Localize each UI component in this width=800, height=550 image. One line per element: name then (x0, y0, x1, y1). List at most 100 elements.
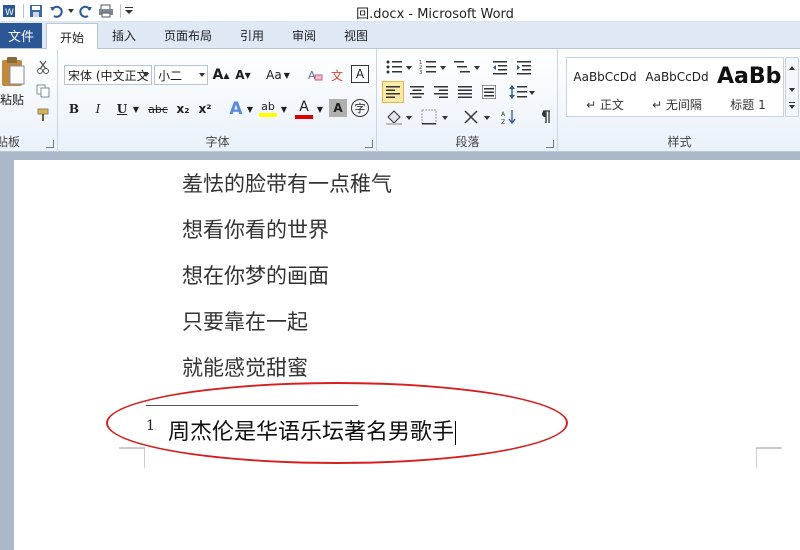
clear-formatting-icon[interactable]: A (305, 65, 325, 85)
lyric-line: 只要靠在一起 (182, 310, 308, 334)
styles-gallery-scroll[interactable] (785, 57, 799, 117)
align-left-icon[interactable] (382, 81, 404, 103)
highlight-dropdown-icon[interactable]: ▼ (279, 99, 289, 119)
enclose-char-button[interactable]: 字 (351, 99, 369, 117)
style-sample: AaBb (717, 64, 782, 89)
enclose-char-label: 字 (354, 102, 366, 115)
lyric-line: 想看你看的世界 (182, 218, 329, 242)
shrink-font-button[interactable]: A ▼ (233, 65, 253, 85)
phonetic-guide-button[interactable]: 文 (327, 65, 347, 85)
document-area: 羞怯的脸带有一点稚气 想看你看的世界 想在你梦的画面 只要靠在一起 就能感觉甜蜜… (0, 152, 800, 550)
clipboard-group: 粘贴 剪贴板 (0, 49, 58, 152)
font-color-swatch (295, 114, 313, 119)
chevron-down-icon (199, 73, 205, 77)
font-color-dropdown-icon[interactable]: ▼ (315, 99, 325, 119)
font-name-value: 宋体 (中文正文 (68, 68, 149, 83)
font-group-label: 字体 (205, 135, 230, 149)
style-normal[interactable]: AaBbCcDd ↵ 正文 (569, 60, 641, 116)
shrink-font-label: A (235, 68, 245, 82)
superscript-button[interactable]: x² (195, 99, 215, 119)
format-painter-icon[interactable] (32, 105, 54, 125)
sort-icon[interactable]: AZ (498, 107, 520, 127)
tab-references[interactable]: 引用 (230, 23, 274, 48)
phonetic-guide-label: 文 (330, 68, 343, 83)
align-center-icon[interactable] (406, 81, 428, 103)
grow-font-button[interactable]: A ▲ (211, 65, 231, 85)
window-title: 回.docx - Microsoft Word (356, 7, 514, 22)
highlight-button[interactable]: ab (257, 97, 279, 121)
font-group: 宋体 (中文正文 小二 A ▲ A ▼ Aa ▼ A 文 A B I U ▼ abc … (59, 49, 377, 152)
subscript-button[interactable]: x₂ (173, 99, 193, 119)
line-spacing-icon[interactable] (508, 81, 536, 103)
italic-button[interactable]: I (89, 99, 107, 119)
tab-home[interactable]: 开始 (46, 23, 98, 50)
underline-dropdown-icon[interactable]: ▼ (131, 99, 141, 119)
text-effects-button[interactable]: A (225, 99, 247, 119)
tab-view[interactable]: 视图 (334, 23, 378, 48)
char-shading-button[interactable]: A (329, 99, 347, 117)
font-color-label: A (299, 98, 309, 115)
justify-icon[interactable] (454, 81, 476, 103)
style-no-spacing[interactable]: AaBbCcDd ↵ 无间隔 (641, 60, 713, 116)
document-page[interactable]: 羞怯的脸带有一点稚气 想看你看的世界 想在你梦的画面 只要靠在一起 就能感觉甜蜜… (14, 160, 800, 550)
multilevel-list-icon[interactable] (452, 57, 482, 77)
clipboard-launcher-icon[interactable] (46, 140, 54, 148)
svg-text:A: A (501, 111, 506, 118)
change-case-label: Aa (266, 68, 282, 82)
decrease-indent-icon[interactable] (490, 57, 510, 77)
tab-file[interactable]: 文件 (0, 23, 42, 48)
font-launcher-icon[interactable] (365, 140, 373, 148)
paragraph-group-label: 段落 (455, 135, 480, 149)
tab-insert[interactable]: 插入 (104, 23, 144, 48)
style-sample: AaBbCcDd (573, 70, 637, 84)
paste-button[interactable]: 粘贴 (0, 91, 24, 107)
font-name-combo[interactable]: 宋体 (中文正文 (64, 65, 152, 85)
style-name: 标题 1 (730, 98, 766, 112)
title-bar: W 回.docx - Microsoft Word (0, 0, 800, 22)
margin-corner-mark (119, 447, 145, 468)
bullets-icon[interactable] (384, 57, 414, 77)
text-effects-dropdown-icon[interactable]: ▼ (245, 99, 255, 119)
style-heading-1[interactable]: AaBb 标题 1 (713, 60, 783, 116)
char-shading-label: A (333, 101, 343, 115)
distributed-icon[interactable] (478, 81, 500, 103)
underline-button[interactable]: U (113, 99, 131, 119)
align-right-icon[interactable] (430, 81, 452, 103)
asian-layout-icon[interactable] (462, 107, 492, 127)
copy-icon[interactable] (32, 81, 54, 101)
styles-group-label: 样式 (667, 135, 692, 149)
paste-icon[interactable] (0, 55, 26, 89)
font-size-combo[interactable]: 小二 (154, 65, 208, 85)
chevron-down-icon (143, 73, 149, 77)
bold-button[interactable]: B (65, 99, 83, 119)
increase-indent-icon[interactable] (514, 57, 534, 77)
tab-review[interactable]: 审阅 (282, 23, 326, 48)
numbering-icon[interactable]: 123 (418, 57, 448, 77)
paragraph-launcher-icon[interactable] (546, 140, 554, 148)
red-annotation-ellipse (106, 382, 568, 464)
change-case-button[interactable]: Aa ▼ (263, 65, 293, 85)
grow-font-label: A (212, 67, 224, 83)
strikethrough-button[interactable]: abc (145, 99, 171, 119)
highlight-color-swatch (259, 113, 277, 117)
tab-page-layout[interactable]: 页面布局 (154, 23, 222, 48)
highlight-label: ab (261, 100, 275, 113)
lyric-line: 羞怯的脸带有一点稚气 (182, 172, 392, 196)
ribbon-tabs: 文件 开始 插入 页面布局 引用 审阅 视图 (0, 22, 800, 50)
lyric-line: 就能感觉甜蜜 (182, 356, 308, 380)
font-color-button[interactable]: A (293, 97, 315, 121)
borders-icon[interactable] (420, 107, 450, 127)
text-effects-label: A (229, 99, 243, 119)
styles-gallery: AaBbCcDd ↵ 正文 AaBbCcDd ↵ 无间隔 AaBb 标题 1 (566, 57, 784, 117)
style-sample: AaBbCcDd (645, 70, 709, 84)
char-border-label: A (355, 67, 365, 81)
style-name: ↵ 正文 (586, 98, 624, 112)
cut-icon[interactable] (32, 57, 54, 77)
style-name: ↵ 无间隔 (652, 98, 702, 112)
char-border-button[interactable]: A (351, 65, 369, 83)
svg-text:3: 3 (419, 70, 422, 75)
shading-icon[interactable] (384, 107, 414, 127)
lyric-line: 想在你梦的画面 (182, 264, 329, 288)
show-marks-icon[interactable] (534, 107, 554, 127)
font-size-value: 小二 (158, 68, 183, 83)
